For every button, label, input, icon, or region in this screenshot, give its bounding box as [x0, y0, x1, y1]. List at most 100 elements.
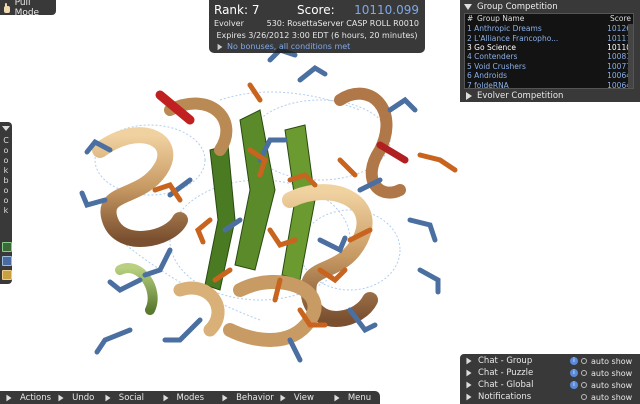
info-icon[interactable]: i	[570, 381, 578, 389]
row-score: 10081	[607, 52, 631, 62]
notifications-row[interactable]: Notifications auto show	[466, 391, 636, 403]
cookbook-label: C o o k b o o k	[2, 136, 10, 216]
game-mode-label: Evolver	[214, 19, 244, 28]
col-score: Score	[609, 14, 631, 23]
row-score: 10077	[607, 61, 631, 71]
cookbook-letter: o	[3, 156, 9, 165]
expand-arrow-icon	[466, 393, 472, 401]
actions-menu[interactable]: Actions	[0, 391, 52, 404]
chat-global-row[interactable]: Chat - Global i auto show	[466, 379, 636, 391]
table-row[interactable]: 3 Go Science 10110	[465, 43, 633, 52]
actions-label: Actions	[20, 392, 52, 403]
expand-arrow-icon	[222, 394, 228, 401]
row-name: Void Crushers	[474, 61, 526, 71]
info-icon[interactable]: i	[570, 357, 578, 365]
group-standings-list[interactable]: # Group Name Score 1 Anthropic Dreams 101…	[464, 13, 634, 89]
modes-menu[interactable]: Modes	[157, 391, 217, 404]
table-row[interactable]: 4 Contenders 10081	[465, 52, 633, 61]
expand-arrow-icon	[105, 394, 111, 401]
auto-show-radio[interactable]	[581, 370, 587, 376]
cookbook-letter: C	[3, 136, 9, 145]
auto-show-radio[interactable]	[581, 382, 587, 388]
expand-arrow-icon	[162, 394, 169, 401]
undo-menu[interactable]: Undo	[52, 391, 99, 404]
view-menu[interactable]: View	[274, 391, 328, 404]
auto-show-radio[interactable]	[581, 394, 587, 400]
auto-show-radio[interactable]	[581, 358, 587, 364]
bottom-toolbar: Actions Undo Social Modes Behavior View …	[0, 391, 380, 404]
cookbook-letter: k	[3, 206, 9, 215]
group-competition-header[interactable]: Group Competition	[464, 1, 558, 12]
expires-label: Expires 3/26/2012 3:00 EDT (6 hours, 20 …	[216, 31, 418, 40]
row-rank: 7	[467, 80, 472, 89]
chat-group-row[interactable]: Chat - Group i auto show	[466, 355, 636, 367]
table-row[interactable]: 7 foldeRNA 10064	[465, 80, 633, 89]
row-score: 10126	[607, 24, 631, 34]
group-competition-title: Group Competition	[477, 1, 558, 12]
auto-show-label: auto show	[591, 368, 633, 378]
notifications-label: Notifications	[478, 392, 532, 402]
puzzle-name: 530: RosettaServer CASP ROLL R0010	[266, 19, 419, 28]
cookbook-letter: o	[3, 196, 9, 205]
expand-arrow-icon	[217, 43, 223, 50]
cookbook-letter: o	[3, 186, 9, 195]
row-name: Androids	[474, 71, 508, 81]
expand-arrow-icon	[466, 381, 472, 389]
bonus-toggle[interactable]: No bonuses, all conditions met	[217, 42, 350, 51]
rank-label: Rank: 7	[214, 3, 260, 17]
row-score: 10064	[607, 71, 631, 81]
hand-icon	[2, 2, 12, 13]
chat-group-label: Chat - Group	[478, 356, 533, 366]
expand-arrow-icon	[58, 394, 64, 401]
score-value: 10110.099	[354, 3, 419, 17]
expand-arrow-icon	[466, 369, 472, 377]
row-name: L'Alliance Francopho...	[474, 33, 559, 43]
behavior-label: Behavior	[236, 392, 274, 403]
pull-mode-button[interactable]: Pull Mode	[0, 0, 56, 18]
undo-label: Undo	[72, 392, 95, 403]
score-label: Score:	[297, 3, 335, 17]
info-icon[interactable]: i	[570, 369, 578, 377]
social-label: Social	[118, 392, 144, 403]
row-score: 10110	[607, 42, 631, 52]
chat-panel: Chat - Group i auto show Chat - Puzzle i…	[460, 354, 640, 404]
group-list-header: # Group Name Score	[465, 14, 633, 24]
row-score: 10064	[607, 80, 631, 89]
notes-icon[interactable]	[2, 270, 12, 280]
table-row[interactable]: 5 Void Crushers 10077	[465, 62, 633, 71]
col-rank: #	[467, 14, 474, 23]
expand-arrow-icon	[334, 394, 340, 401]
chat-puzzle-label: Chat - Puzzle	[478, 368, 534, 378]
cookbook-letter: k	[3, 166, 9, 175]
protein-viewport[interactable]	[60, 40, 460, 370]
main-menu[interactable]: Menu	[328, 391, 380, 404]
social-menu[interactable]: Social	[99, 391, 157, 404]
table-row[interactable]: 6 Androids 10064	[465, 71, 633, 80]
recipe-icon[interactable]	[2, 242, 12, 252]
collapse-arrow-icon	[464, 3, 472, 10]
expand-arrow-icon	[6, 394, 12, 401]
row-rank: 4	[467, 52, 472, 62]
expand-arrow-icon	[280, 394, 286, 401]
cookbook-panel[interactable]: C o o k b o o k	[0, 122, 12, 284]
cookbook-letter: b	[3, 176, 9, 185]
evolver-competition-header[interactable]: Evolver Competition	[466, 91, 563, 101]
menu-label: Menu	[347, 392, 372, 403]
modes-label: Modes	[176, 392, 205, 403]
table-row[interactable]: 1 Anthropic Dreams 10126	[465, 24, 633, 33]
script-icon[interactable]	[2, 256, 12, 266]
row-rank: 2	[467, 33, 472, 43]
table-row[interactable]: 2 L'Alliance Francopho... 10117	[465, 33, 633, 43]
row-name: Anthropic Dreams	[474, 24, 542, 34]
collapse-arrow-icon	[2, 126, 10, 131]
row-rank: 6	[467, 71, 472, 81]
chat-puzzle-row[interactable]: Chat - Puzzle i auto show	[466, 367, 636, 379]
group-competition-panel: Group Competition # Group Name Score 1 A…	[460, 0, 640, 102]
col-group-name: Group Name	[477, 14, 525, 23]
auto-show-label: auto show	[591, 392, 633, 402]
list-scrollbar[interactable]	[628, 24, 633, 88]
view-label: View	[293, 392, 314, 403]
row-rank: 1	[467, 24, 472, 34]
behavior-menu[interactable]: Behavior	[216, 391, 274, 404]
bonus-label: No bonuses, all conditions met	[227, 42, 351, 51]
